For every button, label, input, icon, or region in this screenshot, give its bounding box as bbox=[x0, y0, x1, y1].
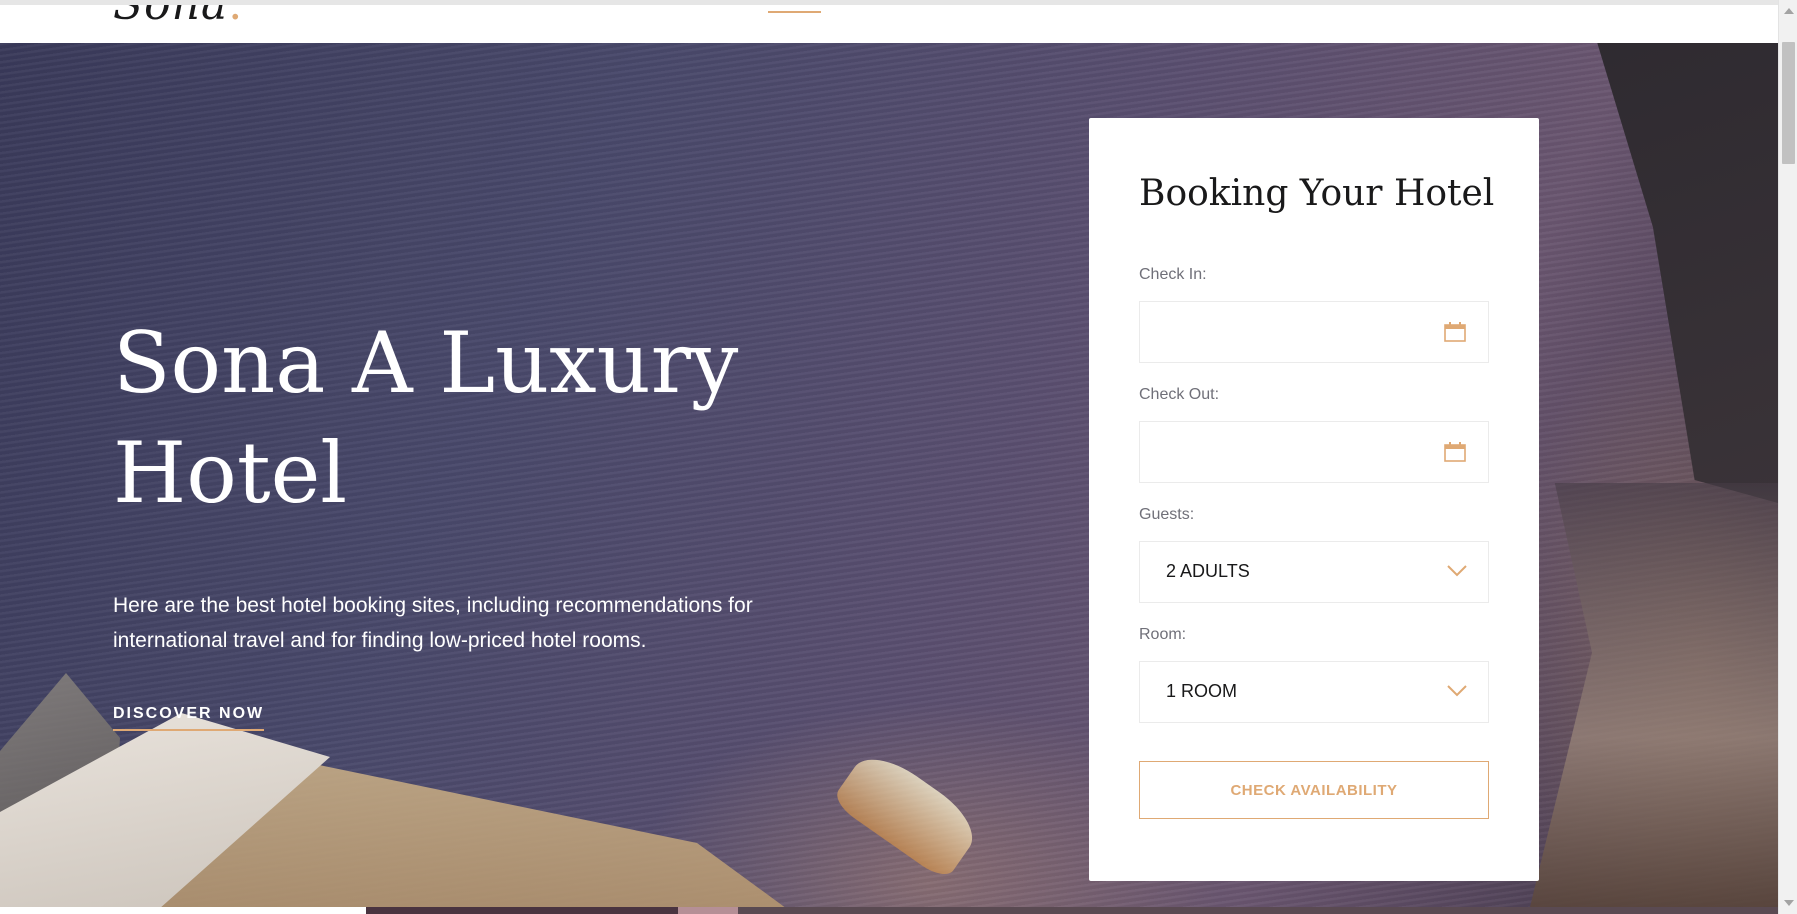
guests-value: 2 ADULTS bbox=[1166, 561, 1250, 581]
room-select[interactable]: 1 ROOM bbox=[1139, 661, 1489, 723]
hero-cliff-right bbox=[1597, 43, 1778, 503]
chevron-down-icon bbox=[1447, 685, 1467, 697]
hero-town bbox=[1530, 483, 1778, 907]
room-value: 1 ROOM bbox=[1166, 681, 1238, 701]
check-out-input[interactable] bbox=[1139, 421, 1489, 483]
hero-description: Here are the best hotel booking sites, i… bbox=[113, 594, 753, 652]
next-section-preview bbox=[0, 907, 1778, 914]
calendar-icon bbox=[1444, 322, 1466, 342]
booking-form: Booking Your Hotel Check In: Check Out: … bbox=[1089, 118, 1539, 881]
page-scrollbar[interactable] bbox=[1778, 0, 1797, 914]
discover-now-link[interactable]: DISCOVER NOW bbox=[113, 705, 265, 731]
preview-segment bbox=[366, 907, 678, 914]
hero-title: Sona A Luxury Hotel bbox=[113, 314, 739, 522]
logo-text: Sona bbox=[113, 0, 229, 30]
guests-select[interactable]: 2 ADULTS bbox=[1139, 541, 1489, 603]
check-out-label: Check Out: bbox=[1139, 386, 1220, 403]
nav-active-indicator bbox=[768, 11, 821, 13]
check-in-input[interactable] bbox=[1139, 301, 1489, 363]
site-header: Sona. bbox=[0, 0, 1778, 43]
preview-segment bbox=[738, 907, 1778, 914]
scroll-up-arrow-icon[interactable] bbox=[1784, 8, 1794, 14]
scroll-down-arrow-icon[interactable] bbox=[1784, 900, 1794, 906]
chevron-down-icon bbox=[1447, 565, 1467, 577]
check-availability-button[interactable]: Check Availability bbox=[1139, 761, 1489, 819]
preview-segment bbox=[678, 907, 738, 914]
scroll-thumb[interactable] bbox=[1782, 42, 1795, 164]
room-label: Room: bbox=[1139, 626, 1187, 643]
site-logo[interactable]: Sona. bbox=[113, 0, 244, 30]
calendar-icon bbox=[1444, 442, 1466, 462]
logo-dot: . bbox=[228, 0, 244, 30]
booking-title: Booking Your Hotel bbox=[1139, 173, 1495, 214]
guests-label: Guests: bbox=[1139, 506, 1195, 523]
check-in-label: Check In: bbox=[1139, 266, 1207, 283]
hero-boat bbox=[830, 744, 986, 882]
